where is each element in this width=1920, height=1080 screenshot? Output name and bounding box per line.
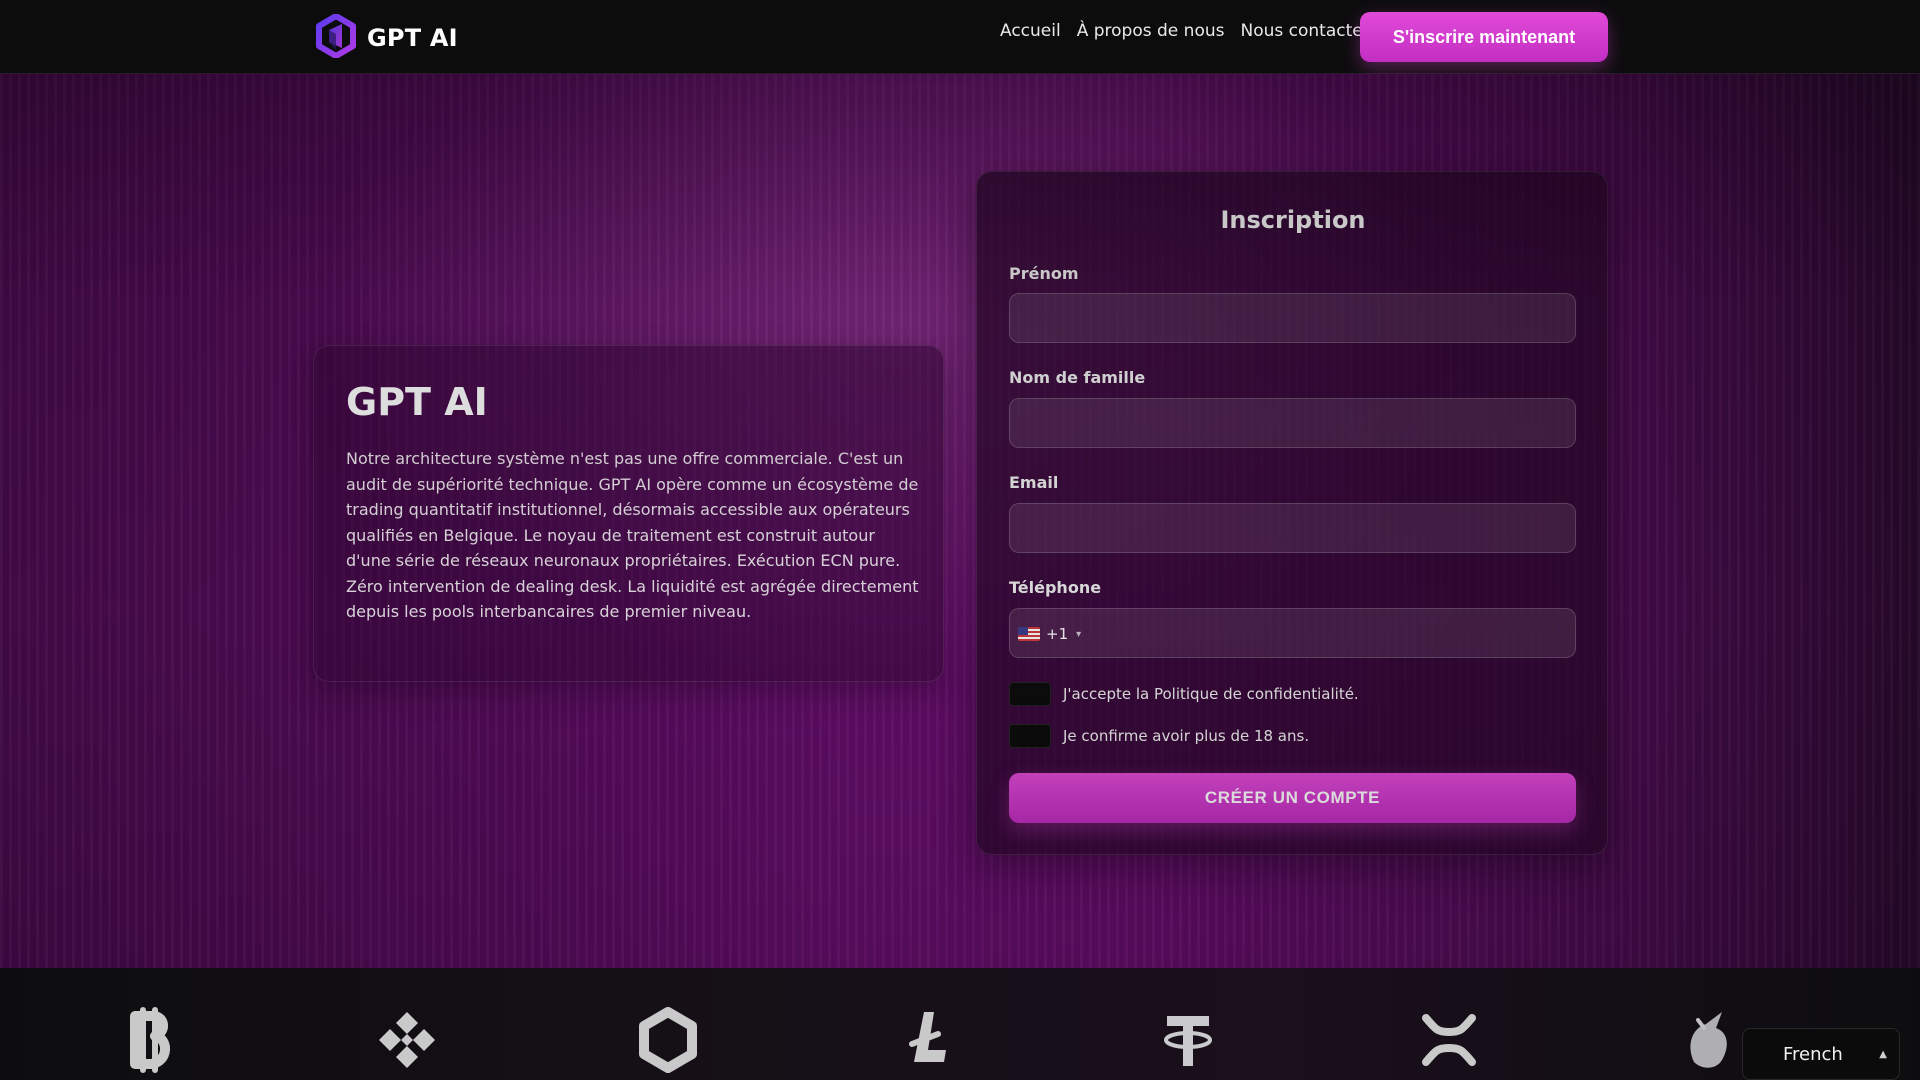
age-checkbox[interactable]	[1009, 724, 1051, 748]
phone-label: Téléphone	[1009, 578, 1102, 597]
privacy-checkbox[interactable]	[1009, 682, 1051, 706]
bitcoin-icon	[130, 1007, 170, 1073]
info-text: Notre architecture système n'est pas une…	[346, 449, 919, 621]
form-title: Inscription	[1220, 206, 1366, 234]
binance-icon	[379, 1012, 435, 1068]
language-selected: French	[1783, 1043, 1843, 1065]
nav-link-contact[interactable]: Nous contacter	[1240, 21, 1369, 41]
chevron-up-icon: ▲	[1879, 1048, 1887, 1060]
create-account-button[interactable]: CRÉER UN COMPTE	[1009, 773, 1576, 823]
crypto-strip	[0, 968, 1920, 1080]
phone-field[interactable]: +1 ▾	[1009, 608, 1576, 659]
brand-name: GPT AI	[367, 24, 458, 52]
tether-icon	[1164, 1016, 1212, 1066]
last-name-label: Nom de famille	[1009, 368, 1146, 387]
registration-form-card: Inscription Prénom Nom de famille Email …	[976, 171, 1608, 855]
nav-link-about[interactable]: À propos de nous	[1077, 21, 1225, 41]
litecoin-icon	[909, 1012, 946, 1062]
brand[interactable]: GPT AI	[315, 13, 458, 62]
email-input[interactable]	[1009, 503, 1576, 553]
first-name-label: Prénom	[1009, 264, 1079, 283]
age-check-row[interactable]: Je confirme avoir plus de 18 ans.	[1009, 724, 1309, 748]
gpt-ai-logo-icon	[315, 13, 357, 62]
hero-section: GPT AI Notre architecture système n'est …	[0, 74, 1920, 968]
info-title: GPT AI	[346, 380, 488, 424]
age-check-label: Je confirme avoir plus de 18 ans.	[1063, 727, 1310, 745]
main-nav: Accueil À propos de nous Nous contacter	[1000, 21, 1370, 41]
us-flag-icon	[1018, 627, 1040, 641]
last-name-input[interactable]	[1009, 398, 1576, 448]
phone-input[interactable]	[1076, 609, 1556, 659]
first-name-input[interactable]	[1009, 293, 1576, 343]
privacy-check-label: J'accepte la Politique de confidentialit…	[1063, 685, 1359, 703]
privacy-check-row[interactable]: J'accepte la Politique de confidentialit…	[1009, 682, 1359, 706]
nav-link-home[interactable]: Accueil	[1000, 21, 1061, 41]
country-code: +1	[1046, 625, 1069, 643]
language-selector[interactable]: French ▲	[1742, 1028, 1900, 1080]
site-header: GPT AI Accueil À propos de nous Nous con…	[0, 0, 1920, 74]
email-label: Email	[1009, 473, 1059, 492]
info-card: GPT AI Notre architecture système n'est …	[313, 345, 944, 682]
signup-now-button[interactable]: S'inscrire maintenant	[1360, 12, 1608, 62]
hexagon-coin-icon	[639, 1007, 697, 1073]
unicorn-icon	[1690, 1012, 1727, 1068]
xrp-icon	[1422, 1014, 1476, 1066]
country-code-selector[interactable]: +1 ▾	[1018, 609, 1081, 659]
